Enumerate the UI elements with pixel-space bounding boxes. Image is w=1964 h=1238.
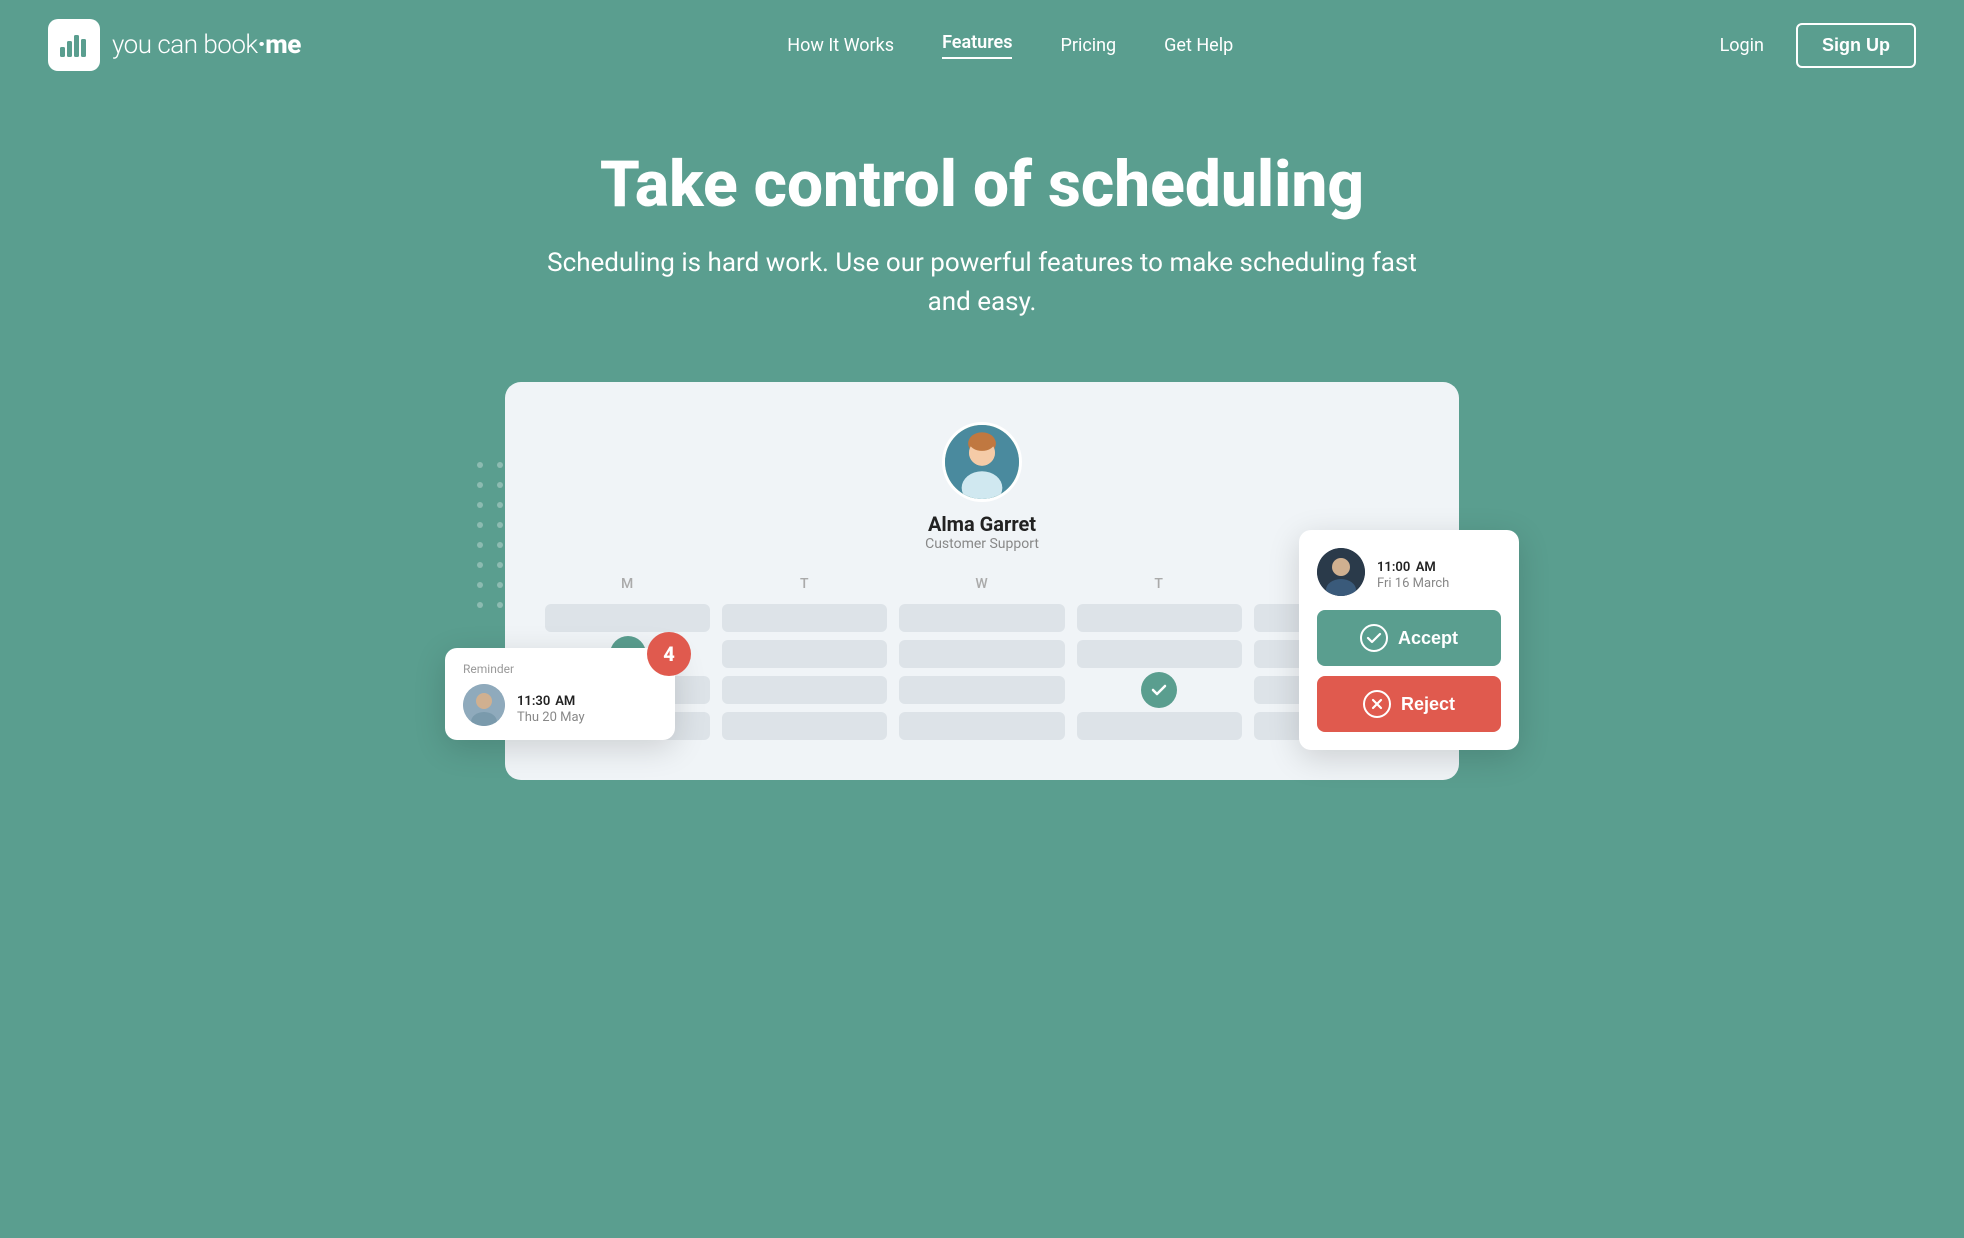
cal-slot [899, 676, 1064, 704]
action-time: 11:00 AM [1377, 554, 1449, 576]
reminder-avatar [463, 684, 505, 726]
reminder-time: 11:30 AM [517, 686, 585, 710]
logo-icon [48, 19, 100, 71]
cal-slot [899, 712, 1064, 740]
cal-slot [1077, 604, 1242, 632]
action-header: 11:00 AM Fri 16 March [1317, 548, 1501, 596]
reminder-time-area: 11:30 AM Thu 20 May [517, 686, 585, 725]
calendar-card: Alma Garret Customer Support M [505, 382, 1459, 780]
cal-slot [545, 604, 710, 632]
cal-day-m: M [621, 576, 634, 592]
demo-wrapper: Alma Garret Customer Support M [457, 382, 1507, 780]
reminder-label: Reminder [463, 662, 657, 676]
nav-right: Login Sign Up [1720, 23, 1916, 68]
profile-area: Alma Garret Customer Support [545, 422, 1419, 552]
cal-slot [722, 604, 887, 632]
cal-day-t2: T [1154, 576, 1164, 592]
hero-title: Take control of scheduling [48, 150, 1916, 220]
navbar: you can book·me How It Works Features Pr… [0, 0, 1964, 90]
cal-col-t1: T [722, 576, 887, 740]
cal-col-t2: T [1077, 576, 1242, 740]
nav-links: How It Works Features Pricing Get Help [787, 32, 1233, 59]
reject-icon [1363, 690, 1391, 718]
reject-button[interactable]: Reject [1317, 676, 1501, 732]
logo-text: you can book·me [112, 30, 301, 60]
accept-icon [1360, 624, 1388, 652]
cal-slot [1077, 712, 1242, 740]
reminder-date: Thu 20 May [517, 710, 585, 725]
check-circle-icon-2 [1141, 672, 1177, 708]
nav-how-it-works[interactable]: How It Works [787, 35, 894, 56]
signup-button[interactable]: Sign Up [1796, 23, 1916, 68]
cal-slot [899, 604, 1064, 632]
cal-day-w: W [975, 576, 988, 592]
login-link[interactable]: Login [1720, 35, 1764, 56]
cal-slot [722, 712, 887, 740]
logo-area: you can book·me [48, 19, 301, 71]
reminder-card: 4 Reminder 11:30 AM Thu 20 May [445, 648, 675, 740]
hero-section: Take control of scheduling Scheduling is… [0, 90, 1964, 322]
avatar [942, 422, 1022, 502]
cal-slot [722, 676, 887, 704]
nav-pricing[interactable]: Pricing [1060, 35, 1116, 56]
action-date: Fri 16 March [1377, 576, 1449, 591]
cal-slot [1077, 640, 1242, 668]
profile-role: Customer Support [925, 536, 1039, 552]
cal-slot-checked-2 [1077, 676, 1242, 704]
action-card: 11:00 AM Fri 16 March Accept [1299, 530, 1519, 750]
reminder-content: 11:30 AM Thu 20 May [463, 684, 657, 726]
profile-name: Alma Garret [928, 512, 1036, 536]
nav-get-help[interactable]: Get Help [1164, 35, 1233, 56]
cal-day-t1: T [800, 576, 810, 592]
action-time-area: 11:00 AM Fri 16 March [1377, 554, 1449, 591]
action-avatar [1317, 548, 1365, 596]
accept-button[interactable]: Accept [1317, 610, 1501, 666]
nav-features[interactable]: Features [942, 32, 1012, 59]
hero-subtitle: Scheduling is hard work. Use our powerfu… [532, 244, 1432, 322]
cal-col-w: W [899, 576, 1064, 740]
cal-slot [722, 640, 887, 668]
cal-slot [899, 640, 1064, 668]
